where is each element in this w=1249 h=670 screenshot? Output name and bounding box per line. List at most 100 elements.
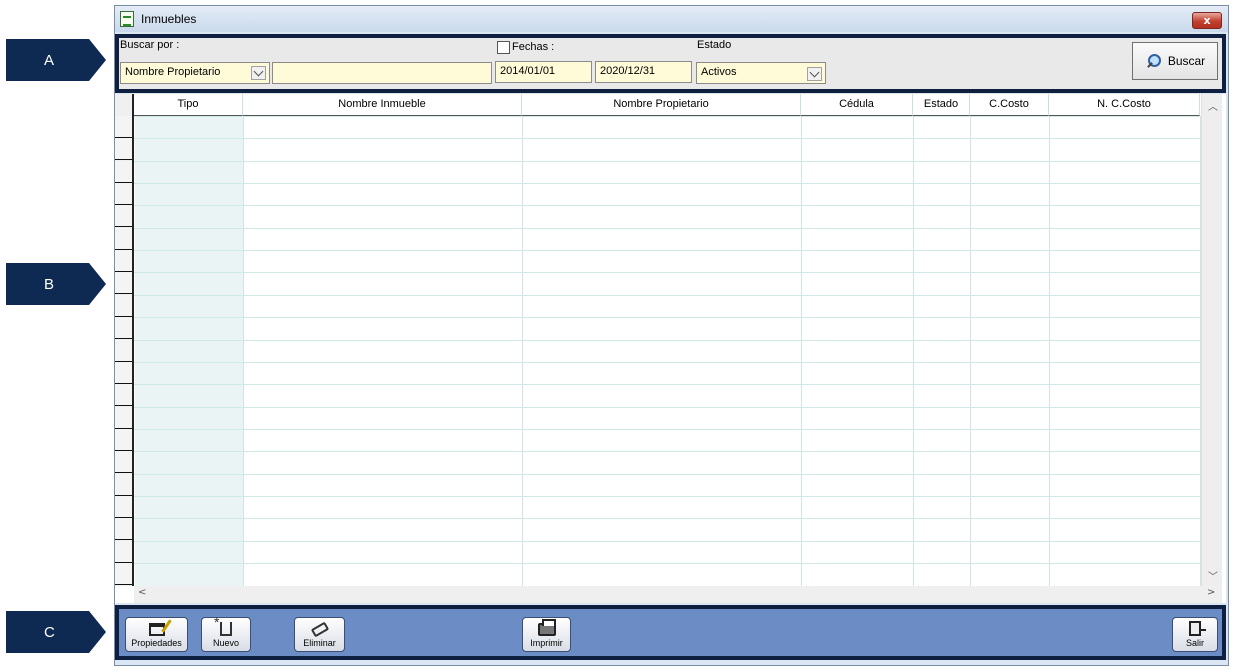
grid-row-line — [134, 116, 1200, 117]
scroll-down-icon[interactable]: ﹀ — [1208, 568, 1218, 583]
grid-row-line — [134, 138, 1200, 140]
close-button[interactable]: x — [1192, 12, 1222, 29]
grid-column-divider — [913, 116, 914, 586]
row-header-cell[interactable] — [115, 227, 132, 250]
callout-c: C — [6, 611, 106, 653]
exit-door-icon — [1189, 621, 1206, 636]
grid-row-line — [134, 361, 1200, 363]
imprimir-label: Imprimir — [530, 638, 563, 648]
close-icon: x — [1203, 14, 1211, 27]
vertical-scrollbar[interactable]: ︿ ﹀ — [1201, 94, 1222, 586]
estado-label: Estado — [697, 39, 732, 51]
fecha-desde-input[interactable]: 2014/01/01 — [495, 61, 592, 83]
grid-row-line — [134, 495, 1200, 497]
tipo-column-shade — [135, 116, 243, 586]
grid-row-line — [134, 451, 1200, 453]
form-icon — [120, 11, 134, 27]
grid-column-divider — [522, 116, 523, 586]
column-header-n-c-costo[interactable]: N. C.Costo — [1049, 94, 1200, 116]
search-panel: Buscar por : Nombre Propietario Fechas :… — [115, 34, 1226, 93]
scroll-right-icon[interactable]: > — [1207, 587, 1215, 598]
results-grid[interactable]: Tipo Nombre Inmueble Nombre Propietario … — [115, 94, 1226, 603]
row-header-cell[interactable] — [115, 495, 132, 518]
row-header-cell[interactable] — [115, 160, 132, 183]
grid-row-line — [134, 294, 1200, 296]
column-header-nombre-propietario[interactable]: Nombre Propietario — [522, 94, 801, 116]
grid-row-line — [134, 406, 1200, 408]
row-header-cell[interactable] — [115, 384, 132, 407]
estado-select[interactable]: Activos — [696, 62, 826, 84]
estado-value: Activos — [701, 66, 737, 78]
row-header-cell[interactable] — [115, 563, 132, 585]
callout-a: A — [6, 39, 106, 81]
grid-row-line — [134, 473, 1200, 475]
row-header-cell[interactable] — [115, 317, 132, 340]
row-header-cell[interactable] — [115, 183, 132, 206]
grid-row-line — [134, 540, 1200, 542]
column-header-nombre-inmueble[interactable]: Nombre Inmueble — [243, 94, 522, 116]
action-toolbar: Propiedades Nuevo Eliminar Imprimir Sali… — [115, 605, 1226, 660]
row-header-column — [115, 94, 134, 586]
grid-row-line — [134, 272, 1200, 274]
horizontal-scrollbar[interactable]: < > — [134, 586, 1222, 603]
row-header-cell[interactable] — [115, 518, 132, 541]
column-header-c-costo[interactable]: C.Costo — [970, 94, 1049, 116]
grid-column-divider — [1049, 116, 1050, 586]
eraser-icon — [310, 621, 329, 638]
row-header-cell[interactable] — [115, 451, 132, 474]
imprimir-button[interactable]: Imprimir — [522, 617, 571, 652]
new-document-icon — [214, 614, 232, 636]
row-header-cell[interactable] — [115, 294, 132, 317]
salir-button[interactable]: Salir — [1172, 617, 1218, 652]
nuevo-label: Nuevo — [212, 638, 239, 648]
grid-column-divider — [970, 116, 971, 586]
grid-row-line — [134, 183, 1200, 185]
grid-row-line — [134, 227, 1200, 229]
fechas-checkbox[interactable] — [497, 41, 510, 54]
column-header-tipo[interactable]: Tipo — [134, 94, 243, 116]
grid-column-divider — [243, 116, 244, 586]
salir-label: Salir — [1185, 638, 1204, 648]
scroll-left-icon[interactable]: < — [138, 587, 146, 598]
eliminar-button[interactable]: Eliminar — [294, 617, 345, 652]
fecha-hasta-input[interactable]: 2020/12/31 — [595, 61, 692, 83]
callout-b: B — [6, 263, 106, 305]
chevron-down-icon[interactable] — [251, 66, 266, 80]
nuevo-button[interactable]: Nuevo — [201, 614, 251, 652]
column-header-cedula[interactable]: Cédula — [801, 94, 913, 116]
grid-row-line — [134, 339, 1200, 341]
grid-row-line — [134, 205, 1200, 207]
buscar-por-value: Nombre Propietario — [125, 66, 221, 78]
buscar-por-select[interactable]: Nombre Propietario — [120, 62, 270, 84]
window-title: Inmuebles — [141, 12, 197, 26]
row-header-cell[interactable] — [115, 339, 132, 362]
propiedades-label: Propiedades — [131, 638, 182, 648]
row-header-cell[interactable] — [115, 361, 132, 384]
row-header-cell[interactable] — [115, 205, 132, 228]
row-header-cell[interactable] — [115, 473, 132, 496]
scroll-up-icon[interactable]: ︿ — [1208, 98, 1218, 113]
buscar-button[interactable]: Buscar — [1132, 42, 1218, 80]
buscar-por-label: Buscar por : — [120, 39, 180, 51]
row-header-cell[interactable] — [115, 272, 132, 295]
properties-icon — [148, 623, 165, 636]
row-header-cell[interactable] — [115, 116, 132, 138]
grid-row-line — [134, 563, 1200, 564]
row-header-cell[interactable] — [115, 540, 132, 563]
row-header-cell[interactable] — [115, 138, 132, 161]
column-header-estado[interactable]: Estado — [913, 94, 970, 116]
propiedades-button[interactable]: Propiedades — [125, 617, 188, 652]
search-text-input[interactable] — [272, 62, 492, 84]
title-bar: Inmuebles x — [115, 6, 1228, 32]
grid-row-line — [134, 384, 1200, 386]
grid-row-line — [134, 250, 1200, 252]
chevron-down-icon[interactable] — [807, 67, 822, 81]
grid-row-line — [134, 428, 1200, 430]
fecha-hasta-value: 2020/12/31 — [600, 65, 656, 77]
grid-column-divider — [801, 116, 802, 586]
buscar-button-label: Buscar — [1167, 54, 1206, 68]
row-header-cell[interactable] — [115, 250, 132, 273]
grid-row-line — [134, 317, 1200, 319]
row-header-cell[interactable] — [115, 428, 132, 451]
row-header-cell[interactable] — [115, 406, 132, 429]
